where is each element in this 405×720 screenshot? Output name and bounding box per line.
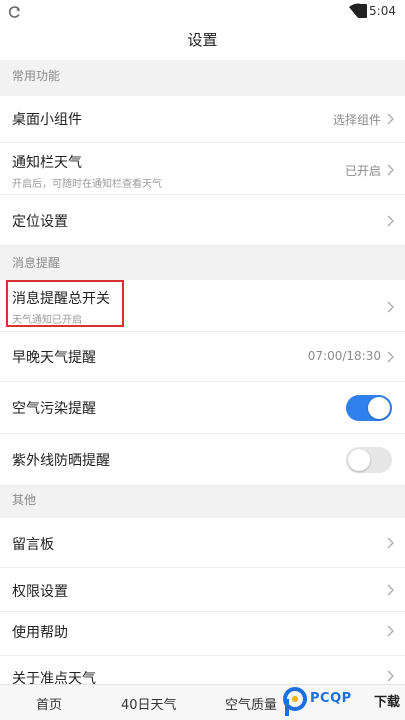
battery-icon: [358, 4, 367, 18]
toggle-knob: [348, 449, 370, 471]
row-subtitle: 开启后，可随时在通知栏查看天气: [12, 179, 162, 190]
chevron-right-icon: [387, 625, 394, 637]
chevron-right-icon: [387, 301, 394, 313]
row-title: 紫外线防晒提醒: [12, 453, 110, 469]
chevron-right-icon: [387, 215, 394, 227]
pcqp-logo-icon: [283, 687, 307, 716]
highlight-annotation-box: [6, 280, 124, 327]
row-about[interactable]: 关于准点天气: [0, 656, 405, 684]
row-desktop-widget[interactable]: 桌面小组件 选择组件: [0, 96, 405, 143]
chevron-right-icon: [387, 113, 394, 125]
row-value: 07:00/18:30: [307, 349, 381, 363]
row-title: 使用帮助: [12, 625, 68, 641]
row-title: 关于准点天气: [12, 671, 96, 684]
row-morning-evening-reminder[interactable]: 早晚天气提醒 07:00/18:30: [0, 332, 405, 382]
row-title: 空气污染提醒: [12, 401, 96, 417]
uv-toggle[interactable]: [346, 447, 392, 473]
row-title: 留言板: [12, 537, 54, 553]
row-title: 权限设置: [12, 584, 68, 600]
row-title: 桌面小组件: [12, 112, 82, 128]
row-title: 通知栏天气: [12, 155, 82, 171]
watermark-suffix: 下载: [374, 695, 401, 710]
chevron-right-icon: [387, 670, 394, 682]
watermark: PCQP 下载: [280, 684, 405, 720]
status-bar: 5:04: [0, 0, 405, 24]
row-guestbook[interactable]: 留言板: [0, 518, 405, 568]
tab-air-quality[interactable]: 空气质量: [225, 694, 277, 713]
watermark-brand: PCQP: [310, 691, 352, 706]
app-status-icon: [8, 6, 20, 18]
row-usage-help[interactable]: 使用帮助: [0, 612, 405, 656]
row-value: 已开启: [344, 164, 381, 178]
chevron-right-icon: [387, 164, 394, 176]
section-header-other: 其他: [0, 486, 405, 518]
row-permission-settings[interactable]: 权限设置: [0, 568, 405, 612]
chevron-right-icon: [387, 584, 394, 596]
toggle-knob: [368, 397, 390, 419]
row-value: 选择组件: [332, 113, 381, 127]
chevron-right-icon: [387, 537, 394, 549]
row-air-pollution-reminder: 空气污染提醒: [0, 382, 405, 434]
row-location-settings[interactable]: 定位设置: [0, 195, 405, 246]
row-notification-weather[interactable]: 通知栏天气 开启后，可随时在通知栏查看天气 已开启: [0, 143, 405, 195]
row-title: 早晚天气提醒: [12, 350, 96, 366]
air-pollution-toggle[interactable]: [346, 395, 392, 421]
status-time: 5:04: [369, 4, 396, 18]
section-header-messages: 消息提醒: [0, 246, 405, 280]
chevron-right-icon: [387, 351, 394, 363]
tab-40-day-weather[interactable]: 40日天气: [121, 694, 177, 713]
section-header-common: 常用功能: [0, 60, 405, 96]
page-title: 设置: [187, 31, 218, 49]
row-uv-reminder: 紫外线防晒提醒: [0, 434, 405, 486]
tab-home[interactable]: 首页: [36, 694, 62, 713]
row-title: 定位设置: [12, 214, 68, 230]
